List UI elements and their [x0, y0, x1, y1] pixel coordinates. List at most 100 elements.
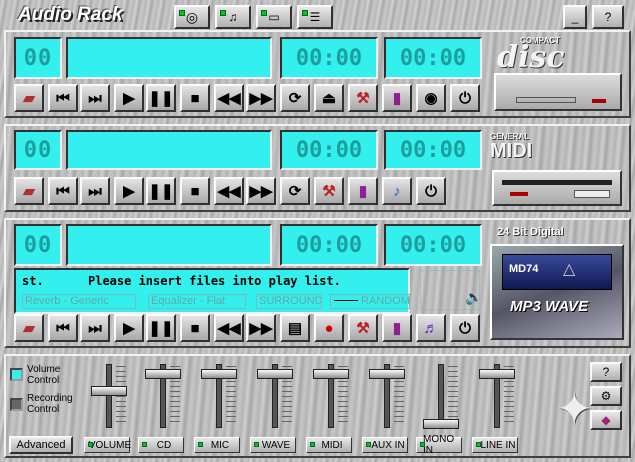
channel-label-line-in[interactable]: LINE IN [472, 437, 518, 453]
channel-label-wave[interactable]: WAVE [250, 437, 296, 453]
disc-icon: ◉ [424, 89, 438, 107]
midi-play-button[interactable]: ▶ [114, 177, 144, 205]
channel-label-volume[interactable]: VOLUME [84, 437, 131, 453]
mixer-help-button[interactable]: ? [590, 362, 622, 382]
channel-name: MIDI [321, 439, 343, 451]
fast-forward-icon: ▶▶ [249, 182, 273, 200]
slider-knob[interactable] [145, 368, 181, 379]
cd-playlist-button[interactable]: ▮ [382, 84, 412, 112]
midi-power-button[interactable]: ⏻ [416, 177, 446, 205]
score-icon: ♬ [423, 319, 439, 337]
mp3-open-button[interactable]: ▰ [14, 314, 44, 342]
cd-toggle-button[interactable]: ◎ [174, 5, 210, 29]
mixer-toggle-button[interactable]: ☰ [297, 5, 333, 29]
midi-drive-slot [502, 180, 612, 185]
mp3-rewind-button[interactable]: ◀◀ [214, 314, 244, 342]
midi-toggle-button[interactable]: ♫ [215, 5, 251, 29]
prev-icon: ⏮ [56, 89, 70, 107]
cd-next-button[interactable]: ⏭ [80, 84, 110, 112]
midi-tools-button[interactable]: ⚒ [314, 177, 344, 205]
mp3-forward-button[interactable]: ▶▶ [246, 314, 276, 342]
slider-mono-in[interactable] [418, 360, 464, 432]
status-message: Please insert files into play list. [88, 274, 341, 288]
cd-tools-button[interactable]: ⚒ [348, 84, 378, 112]
slider-mic[interactable] [196, 360, 242, 432]
slider-knob[interactable] [201, 368, 237, 379]
power-icon: ⏻ [459, 89, 471, 107]
slider-line-in[interactable] [474, 360, 520, 432]
cd-power-button[interactable]: ⏻ [450, 84, 480, 112]
slider-knob[interactable] [369, 368, 405, 379]
mp3-stop-button[interactable]: ■ [180, 314, 210, 342]
channel-label-aux-in[interactable]: AUX IN [362, 437, 408, 453]
slider-aux-in[interactable] [364, 360, 410, 432]
mp3-prev-button[interactable]: ⏮ [48, 314, 78, 342]
cd-disc-button[interactable]: ◉ [416, 84, 446, 112]
speaker-icon: 🔈 [465, 289, 483, 305]
recording-control-radio[interactable] [10, 398, 23, 411]
slider-volume[interactable] [86, 360, 132, 432]
channel-label-midi[interactable]: MIDI [306, 437, 352, 453]
fast-forward-icon: ▶▶ [249, 319, 273, 337]
volume-control-radio[interactable] [10, 368, 23, 381]
cd-stop-button[interactable]: ■ [180, 84, 210, 112]
midi-instrument-button[interactable]: ♪ [382, 177, 412, 205]
help-button[interactable]: ? [592, 5, 624, 29]
minimize-button[interactable]: _ [563, 5, 587, 29]
slider-wave[interactable] [252, 360, 298, 432]
mp3-record-button[interactable]: ● [314, 314, 344, 342]
mixer-extra-button[interactable]: ◆ [590, 410, 622, 430]
midi-pause-button[interactable]: ❚❚ [146, 177, 176, 205]
slider-cd[interactable] [140, 360, 186, 432]
mp3-playlist-button[interactable]: ▮ [382, 314, 412, 342]
channel-name: AUX IN [371, 439, 405, 451]
slider-knob[interactable] [257, 368, 293, 379]
midi-playlist-button[interactable]: ▮ [348, 177, 378, 205]
cd-pause-button[interactable]: ❚❚ [146, 84, 176, 112]
slider-knob[interactable] [479, 368, 515, 379]
mp3-power-button[interactable]: ⏻ [450, 314, 480, 342]
repeat-icon: ⟳ [288, 182, 302, 200]
cd-eject-button[interactable]: ⏏ [314, 84, 344, 112]
mp3-play-button[interactable]: ▶ [114, 314, 144, 342]
mp3-pause-button[interactable]: ❚❚ [146, 314, 176, 342]
cd-rewind-button[interactable]: ◀◀ [214, 84, 244, 112]
mixer-settings-button[interactable]: ⚙ [590, 386, 622, 406]
hammer-icon: ⚒ [322, 182, 336, 200]
surround-effect[interactable]: SURROUND [256, 294, 322, 309]
slider-knob[interactable] [91, 386, 127, 397]
midi-next-button[interactable]: ⏭ [80, 177, 110, 205]
equalizer-effect[interactable]: Equalizer - Flat [148, 294, 246, 309]
random-effect[interactable]: RANDOM [330, 294, 410, 309]
cd-repeat-button[interactable]: ⟳ [280, 84, 310, 112]
cd-brand-logo: disc [497, 40, 565, 75]
cd-forward-button[interactable]: ▶▶ [246, 84, 276, 112]
midi-stop-button[interactable]: ■ [180, 177, 210, 205]
mixer-led-icon [302, 10, 308, 16]
midi-forward-button[interactable]: ▶▶ [246, 177, 276, 205]
mp3-score-button[interactable]: ♬ [416, 314, 446, 342]
cd-play-button[interactable]: ▶ [114, 84, 144, 112]
mp3-tools-button[interactable]: ⚒ [348, 314, 378, 342]
cd-open-button[interactable]: ▰ [14, 84, 44, 112]
channel-led-icon [476, 442, 481, 447]
midi-prev-button[interactable]: ⏮ [48, 177, 78, 205]
channel-label-mic[interactable]: MIC [194, 437, 240, 453]
midi-drive-button [574, 190, 610, 198]
slider-midi[interactable] [308, 360, 354, 432]
slider-knob[interactable] [423, 419, 459, 430]
cd-prev-button[interactable]: ⏮ [48, 84, 78, 112]
channel-label-cd[interactable]: CD [138, 437, 184, 453]
advanced-button[interactable]: Advanced [9, 436, 73, 454]
midi-repeat-button[interactable]: ⟳ [280, 177, 310, 205]
reverb-effect[interactable]: Reverb - Generic [22, 294, 136, 309]
pause-icon: ❚❚ [148, 319, 174, 337]
midi-open-button[interactable]: ▰ [14, 177, 44, 205]
channel-label-mono-in[interactable]: MONO IN [416, 434, 462, 456]
mp3-toggle-button[interactable]: ▭ [256, 5, 292, 29]
mp3-equalizer-button[interactable]: ▤ [280, 314, 310, 342]
mp3-next-button[interactable]: ⏭ [80, 314, 110, 342]
next-icon: ⏭ [88, 319, 102, 337]
slider-knob[interactable] [313, 368, 349, 379]
midi-rewind-button[interactable]: ◀◀ [214, 177, 244, 205]
